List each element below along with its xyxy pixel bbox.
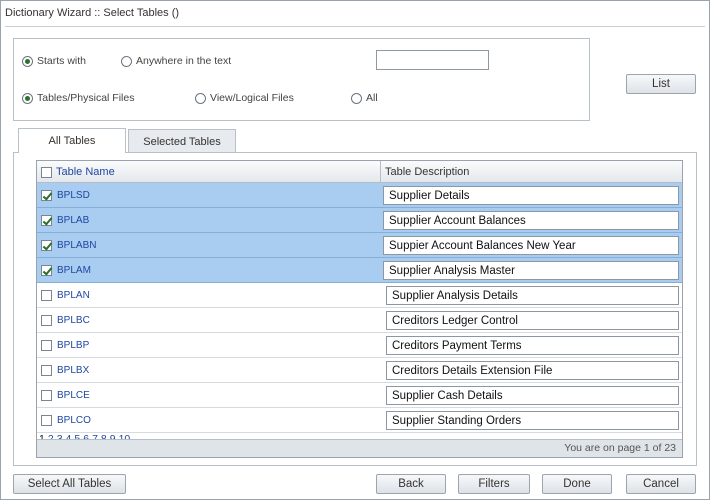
table-name-cell: BPLCE	[41, 383, 90, 407]
back-button[interactable]: Back	[376, 474, 446, 494]
table-description-field[interactable]: Supplier Account Balances	[383, 211, 679, 230]
table-description-field[interactable]: Supplier Cash Details	[386, 386, 679, 405]
row-checkbox[interactable]	[41, 214, 52, 226]
table-name-cell: BPLAB	[41, 208, 89, 232]
grid-header: Table Name Table Description	[37, 161, 682, 183]
radio-all-label: All	[366, 92, 378, 104]
table-description-field[interactable]: Suppier Account Balances New Year	[383, 236, 679, 255]
wizard-window: Dictionary Wizard :: Select Tables () St…	[0, 0, 710, 500]
table-name-cell: BPLAN	[41, 283, 90, 307]
tab-all-tables[interactable]: All Tables	[18, 128, 126, 153]
search-options-group: Starts with Anywhere in the text Tables/…	[13, 38, 590, 121]
table-row[interactable]: BPLAB Supplier Account Balances	[37, 208, 682, 233]
table-name[interactable]: BPLCE	[57, 390, 90, 401]
table-description-field[interactable]: Supplier Details	[383, 186, 679, 205]
radio-anywhere[interactable]: Anywhere in the text	[121, 55, 231, 67]
tab-selected-tables[interactable]: Selected Tables	[128, 129, 236, 153]
table-name-cell: BPLCO	[41, 408, 91, 432]
radio-starts-with[interactable]: Starts with	[22, 55, 86, 67]
table-row[interactable]: BPLSD Supplier Details	[37, 183, 682, 208]
filters-button[interactable]: Filters	[458, 474, 530, 494]
row-checkbox[interactable]	[41, 414, 52, 426]
row-checkbox[interactable]	[41, 389, 52, 401]
radio-view-logical-label: View/Logical Files	[210, 92, 294, 104]
select-all-tables-button[interactable]: Select All Tables	[13, 474, 126, 494]
table-row[interactable]: BPLCO Supplier Standing Orders	[37, 408, 682, 433]
radio-view-logical[interactable]: View/Logical Files	[195, 92, 294, 104]
cancel-button[interactable]: Cancel	[626, 474, 696, 494]
radio-all[interactable]: All	[351, 92, 378, 104]
radio-tables-physical-indicator[interactable]	[22, 92, 33, 104]
table-row[interactable]: BPLBX Creditors Details Extension File	[37, 358, 682, 383]
page-info: You are on page 1 of 23	[564, 442, 676, 454]
radio-anywhere-indicator[interactable]	[121, 55, 132, 67]
table-name[interactable]: BPLSD	[57, 190, 90, 201]
table-name[interactable]: BPLCO	[57, 415, 91, 426]
radio-tables-physical[interactable]: Tables/Physical Files	[22, 92, 134, 104]
search-input[interactable]	[376, 50, 489, 70]
table-row[interactable]: BPLCE Supplier Cash Details	[37, 383, 682, 408]
radio-view-logical-indicator[interactable]	[195, 92, 206, 104]
table-row[interactable]: BPLAM Supplier Analysis Master	[37, 258, 682, 283]
table-name[interactable]: BPLBC	[57, 315, 90, 326]
column-header-table-name[interactable]: Table Name	[37, 161, 381, 183]
row-checkbox[interactable]	[41, 289, 52, 301]
column-header-table-description[interactable]: Table Description	[381, 161, 682, 183]
table-description-field[interactable]: Creditors Ledger Control	[386, 311, 679, 330]
table-name[interactable]: BPLABN	[57, 240, 96, 251]
radio-anywhere-label: Anywhere in the text	[136, 55, 232, 67]
table-description-field[interactable]: Creditors Details Extension File	[386, 361, 679, 380]
table-name-cell: BPLAM	[41, 258, 91, 282]
radio-all-indicator[interactable]	[351, 92, 362, 104]
table-row[interactable]: BPLBP Creditors Payment Terms	[37, 333, 682, 358]
row-checkbox[interactable]	[41, 264, 52, 276]
table-description-field[interactable]: Creditors Payment Terms	[386, 336, 679, 355]
radio-starts-with-label: Starts with	[37, 55, 87, 67]
table-name-cell: BPLABN	[41, 233, 96, 257]
column-header-table-description-label: Table Description	[385, 166, 470, 178]
grid-footer: You are on page 1 of 23	[37, 439, 682, 457]
table-row[interactable]: BPLABN Suppier Account Balances New Year	[37, 233, 682, 258]
table-name-cell: BPLBX	[41, 358, 89, 382]
row-checkbox[interactable]	[41, 239, 52, 251]
row-checkbox[interactable]	[41, 364, 52, 376]
table-name[interactable]: BPLAB	[57, 215, 89, 226]
row-checkbox[interactable]	[41, 189, 52, 201]
table-description-field[interactable]: Supplier Analysis Master	[383, 261, 679, 280]
radio-tables-physical-label: Tables/Physical Files	[37, 92, 135, 104]
table-description-field[interactable]: Supplier Analysis Details	[386, 286, 679, 305]
table-description-field[interactable]: Supplier Standing Orders	[386, 411, 679, 430]
table-name-cell: BPLSD	[41, 183, 90, 207]
done-button[interactable]: Done	[542, 474, 612, 494]
select-all-checkbox[interactable]	[41, 166, 52, 178]
list-button[interactable]: List	[626, 74, 696, 94]
table-name-cell: BPLBC	[41, 308, 90, 332]
table-name[interactable]: BPLBX	[57, 365, 89, 376]
table-row[interactable]: BPLAN Supplier Analysis Details	[37, 283, 682, 308]
column-header-table-name-label: Table Name	[56, 166, 115, 178]
row-checkbox[interactable]	[41, 314, 52, 326]
table-row[interactable]: BPLBC Creditors Ledger Control	[37, 308, 682, 333]
title-divider	[5, 26, 705, 27]
window-title: Dictionary Wizard :: Select Tables ()	[5, 7, 180, 19]
row-checkbox[interactable]	[41, 339, 52, 351]
radio-starts-with-indicator[interactable]	[22, 55, 33, 67]
tables-grid: Table Name Table Description BPLSD Suppl…	[36, 160, 683, 458]
table-name[interactable]: BPLAN	[57, 290, 90, 301]
table-name-cell: BPLBP	[41, 333, 89, 357]
table-name[interactable]: BPLAM	[57, 265, 91, 276]
table-name[interactable]: BPLBP	[57, 340, 89, 351]
